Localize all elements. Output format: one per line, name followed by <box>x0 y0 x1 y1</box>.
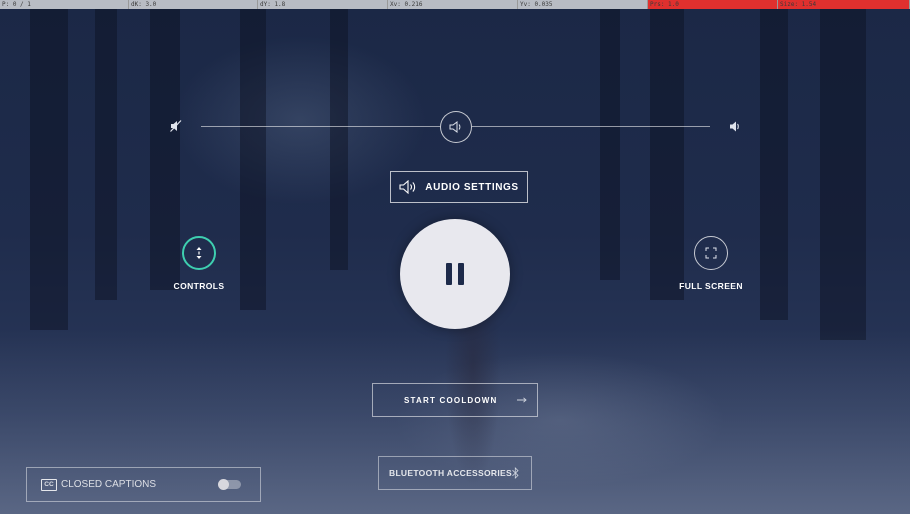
arrow-right-icon <box>517 397 527 403</box>
speaker-icon <box>449 121 463 133</box>
fullscreen-label: FULL SCREEN <box>679 281 743 291</box>
speaker-icon <box>399 180 417 194</box>
fullscreen-button[interactable]: FULL SCREEN <box>671 236 751 291</box>
bluetooth-accessories-label: BLUETOOTH ACCESSORIES <box>389 468 512 478</box>
pause-button[interactable] <box>400 219 510 329</box>
cc-icon: CC <box>41 478 57 491</box>
audio-settings-button[interactable]: AUDIO SETTINGS <box>390 171 528 203</box>
volume-slider-knob[interactable] <box>440 111 472 143</box>
vertical-arrows-icon <box>182 236 216 270</box>
start-cooldown-button[interactable]: START COOLDOWN <box>372 383 538 417</box>
speaker-muted-icon[interactable] <box>169 119 183 133</box>
start-cooldown-label: START COOLDOWN <box>404 395 498 405</box>
audio-settings-label: AUDIO SETTINGS <box>425 181 519 193</box>
fullscreen-icon <box>694 236 728 270</box>
pause-icon <box>446 263 464 285</box>
status-segment: P: 0 / 1 <box>0 0 129 9</box>
controls-label: CONTROLS <box>173 281 225 291</box>
closed-captions-toggle[interactable] <box>218 479 241 490</box>
status-segment: Size: 1.54 <box>778 0 910 9</box>
bluetooth-icon <box>512 467 519 479</box>
closed-captions-panel: CC CLOSED CAPTIONS <box>26 467 261 502</box>
status-segment: Yv: 0.035 <box>518 0 648 9</box>
controls-button[interactable]: CONTROLS <box>163 236 235 291</box>
closed-captions-label: CLOSED CAPTIONS <box>61 479 157 490</box>
status-segment: Xv: 0.216 <box>388 0 518 9</box>
toggle-knob <box>218 479 229 490</box>
bluetooth-accessories-button[interactable]: BLUETOOTH ACCESSORIES <box>378 456 532 490</box>
debug-status-bar: P: 0 / 1 dK: 3.0 dY: 1.8 Xv: 0.216 Yv: 0… <box>0 0 910 9</box>
status-segment: dY: 1.8 <box>258 0 388 9</box>
status-segment: Prs: 1.0 <box>648 0 778 9</box>
status-segment: dK: 3.0 <box>129 0 258 9</box>
speaker-max-icon[interactable] <box>728 120 742 132</box>
